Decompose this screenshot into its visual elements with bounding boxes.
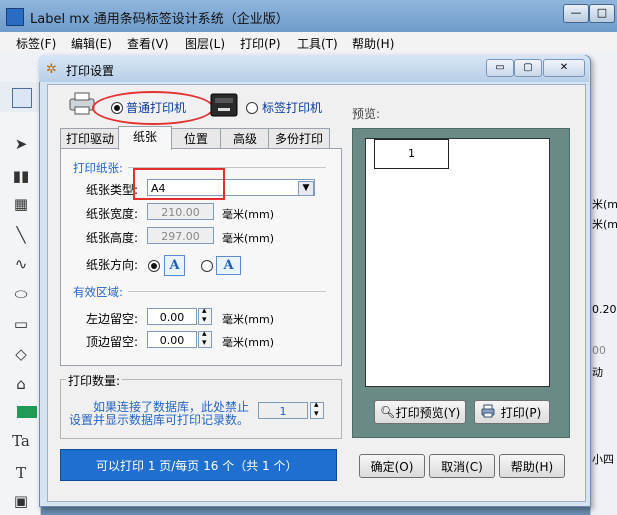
paper-width-unit: 毫米(mm) (222, 208, 275, 221)
status-text: 可以打印 1 页/每页 16 个（共 1 个） (96, 459, 298, 473)
label-printer-icon (208, 90, 240, 118)
dialog-title: 打印设置 (66, 64, 115, 78)
qrcode-icon[interactable]: ▦ (10, 193, 32, 215)
right-fontsize: 小四 (592, 453, 614, 466)
portrait-radio[interactable] (148, 260, 160, 272)
landscape-radio[interactable] (201, 260, 213, 272)
menu-layer[interactable]: 图层(L) (185, 35, 225, 52)
print-count-spinner[interactable] (310, 400, 324, 419)
tab-multi-copy[interactable]: 多份打印 (268, 128, 330, 149)
text-icon[interactable]: T (10, 462, 32, 484)
printer-icon (67, 90, 97, 116)
text-tool-icon[interactable] (12, 88, 32, 108)
paper-orientation-label: 纸张方向: (86, 258, 139, 272)
dialog-minimize-button[interactable]: ▭ (486, 59, 514, 77)
preview-label-cell: 1 (374, 139, 449, 169)
right-unit-1: 米(m (592, 198, 617, 211)
highlight-box (133, 168, 225, 200)
ok-button[interactable]: 确定(O) (359, 454, 425, 478)
paper-height-label: 纸张高度: (86, 231, 139, 245)
print-count-note-2: 设置并显示数据库可打印记录数。 (69, 413, 250, 427)
label-printer-label[interactable]: 标签打印机 (262, 99, 322, 116)
right-value: 0.20 (592, 303, 617, 316)
main-minimize-button[interactable]: — (563, 4, 589, 23)
app-logo-icon (6, 8, 24, 26)
left-margin-spinner[interactable] (198, 306, 212, 325)
left-margin-field[interactable]: 0.00 (147, 308, 197, 325)
top-margin-spinner[interactable] (198, 329, 212, 348)
preview-page (365, 138, 550, 387)
area-section-divider (128, 291, 326, 292)
top-margin-unit: 毫米(mm) (222, 336, 275, 349)
image-icon[interactable]: ▣ (10, 490, 32, 512)
tab-paper[interactable]: 纸张 (118, 126, 172, 150)
left-margin-label: 左边留空: (86, 312, 139, 326)
text-box-icon[interactable]: Ta (10, 430, 32, 452)
diamond-icon[interactable]: ◇ (10, 343, 32, 365)
right-unit-2: 米(m (592, 218, 617, 231)
ellipse-icon[interactable]: ⬭ (10, 283, 32, 305)
paper-width-field[interactable]: 210.00 (147, 203, 214, 220)
right-value-2: 00 (592, 344, 606, 357)
magnifier-icon: 🔍︎ (380, 405, 396, 419)
cancel-button[interactable]: 取消(C) (429, 454, 495, 478)
paper-section-title: 打印纸张: (73, 161, 123, 175)
curve-icon[interactable]: ∿ (10, 253, 32, 275)
tab-position[interactable]: 位置 (170, 128, 222, 149)
right-label: 动 (592, 366, 603, 379)
print-count-field[interactable]: 1 (258, 402, 308, 419)
label-printer-radio[interactable] (246, 102, 258, 114)
rectangle-icon[interactable]: ▭ (10, 313, 32, 335)
chevron-down-icon[interactable]: ▼ (298, 181, 314, 196)
barcode-icon[interactable]: ▮▮ (10, 165, 32, 187)
menu-label[interactable]: 标签(F) (16, 35, 56, 52)
paper-height-field[interactable]: 297.00 (147, 227, 214, 244)
top-margin-field[interactable]: 0.00 (147, 331, 197, 348)
line-icon[interactable]: ╲ (10, 224, 32, 246)
paper-width-label: 纸张宽度: (86, 207, 139, 221)
paper-height-unit: 毫米(mm) (222, 232, 275, 245)
main-maximize-button[interactable]: □ (589, 4, 615, 23)
shape-icon[interactable]: ⌂ (10, 373, 32, 395)
menu-edit[interactable]: 编辑(E) (71, 35, 112, 52)
dialog-restore-button[interactable]: ▢ (514, 59, 542, 77)
preview-label: 预览: (352, 107, 381, 121)
portrait-icon[interactable]: A (164, 255, 185, 276)
menu-print[interactable]: 打印(P) (240, 35, 281, 52)
tab-print-driver[interactable]: 打印驱动 (60, 128, 120, 149)
print-icon (481, 404, 495, 418)
fill-icon[interactable] (17, 406, 37, 418)
area-section-title: 有效区域: (73, 285, 123, 299)
menu-tools[interactable]: 工具(T) (297, 35, 338, 52)
print-settings-icon: ✲ (46, 62, 57, 77)
menu-help[interactable]: 帮助(H) (352, 35, 394, 52)
help-button[interactable]: 帮助(H) (499, 454, 565, 478)
tab-advanced[interactable]: 高级 (220, 128, 270, 149)
top-margin-label: 顶边留空: (86, 335, 139, 349)
main-window-title: Label mx 通用条码标签设计系统（企业版） (30, 12, 289, 27)
dialog-close-button[interactable]: ✕ (543, 59, 585, 77)
left-margin-unit: 毫米(mm) (222, 313, 275, 326)
landscape-icon[interactable]: A (216, 256, 241, 275)
print-count-legend: 打印数量: (66, 372, 123, 389)
menu-view[interactable]: 查看(V) (127, 35, 169, 52)
pointer-icon[interactable]: ➤ (10, 133, 32, 155)
paper-type-label: 纸张类型: (86, 183, 139, 197)
highlight-ellipse (92, 91, 214, 125)
